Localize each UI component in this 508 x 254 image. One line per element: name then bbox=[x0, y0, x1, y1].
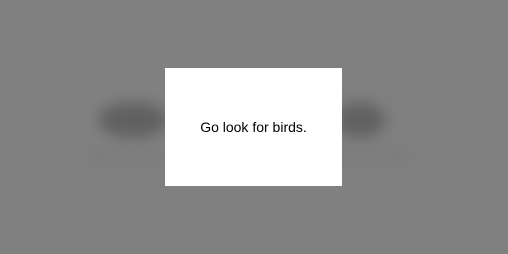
modal-dialog: Go look for birds. bbox=[165, 68, 342, 186]
modal-message: Go look for birds. bbox=[200, 119, 307, 135]
blurred-background-content-right bbox=[335, 102, 385, 138]
blurred-background-content-left bbox=[98, 102, 168, 138]
